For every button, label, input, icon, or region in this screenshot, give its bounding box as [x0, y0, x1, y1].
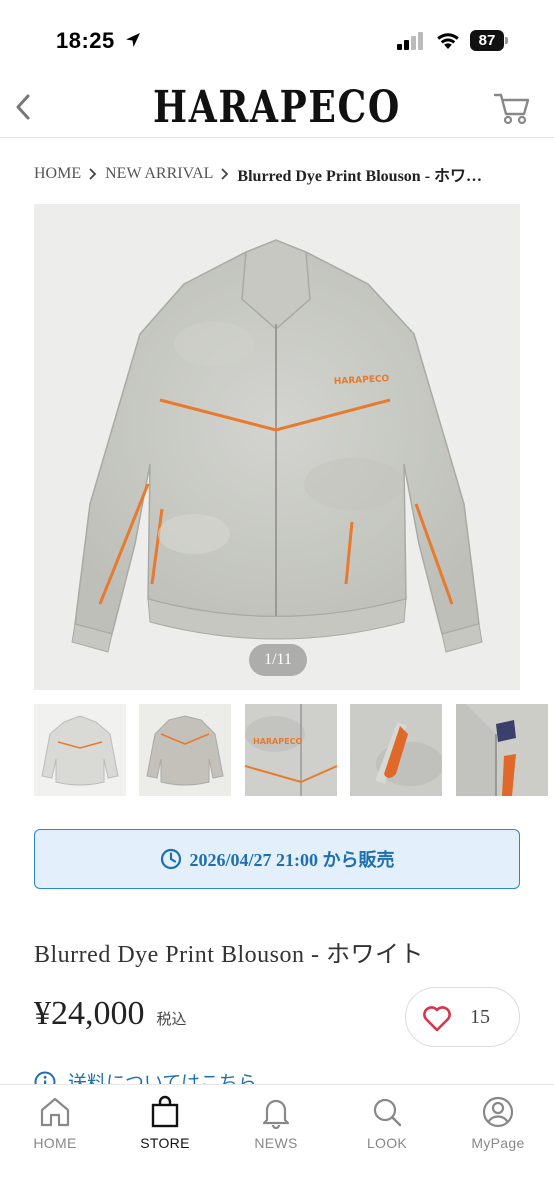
product-main-image[interactable]: HARAPECO 1/11: [34, 204, 520, 690]
battery-icon: 87: [470, 30, 508, 51]
thumbnail-4[interactable]: [350, 704, 442, 796]
thumbnail-5[interactable]: [456, 704, 548, 796]
sale-start-notice: 2026/04/27 21:00 から販売: [34, 829, 520, 889]
tab-home-label: HOME: [33, 1135, 77, 1151]
back-arrow-icon[interactable]: [10, 90, 38, 124]
chevron-right-icon: [89, 168, 97, 180]
tax-label: 税込: [156, 1012, 187, 1028]
thumbnail-2[interactable]: [139, 704, 231, 796]
favorite-count: 15: [470, 1006, 490, 1028]
app-header: HARAPECO: [0, 80, 554, 138]
breadcrumb-new-arrival[interactable]: NEW ARRIVAL: [105, 165, 213, 183]
jacket-illustration: HARAPECO: [34, 204, 520, 690]
breadcrumb-current: Blurred Dye Print Blouson - ホワ…: [237, 168, 483, 185]
clock-icon: [160, 848, 181, 870]
tab-home[interactable]: HOME: [0, 1085, 110, 1165]
tab-mypage[interactable]: MyPage: [443, 1085, 553, 1165]
svg-text:HARAPECO: HARAPECO: [253, 737, 302, 746]
product-price: ¥24,000: [34, 995, 145, 1032]
bell-icon: [262, 1099, 290, 1129]
tab-mypage-label: MyPage: [471, 1135, 525, 1151]
tab-news[interactable]: NEWS: [221, 1085, 331, 1165]
thumbnail-strip: HARAPECO: [34, 704, 554, 796]
signal-icon: [397, 32, 423, 50]
chevron-right-icon: [221, 168, 229, 180]
status-bar: 18:25 87: [0, 0, 554, 80]
sale-start-text: 2026/04/27 21:00 から販売: [189, 850, 395, 870]
bottom-tab-bar: HOME STORE NEWS LOOK MyPage: [0, 1084, 554, 1200]
brand-logo[interactable]: HARAPECO: [50, 82, 504, 133]
status-time: 18:25: [56, 28, 115, 53]
tab-look-label: LOOK: [366, 1135, 408, 1151]
tab-look[interactable]: LOOK: [332, 1085, 442, 1165]
shopping-bag-icon: [151, 1095, 179, 1128]
battery-level: 87: [470, 30, 504, 51]
tab-news-label: NEWS: [254, 1135, 298, 1151]
image-counter: 1/11: [249, 644, 307, 676]
product-name: Blurred Dye Print Blouson - ホワイト: [34, 942, 424, 968]
tab-store-label: STORE: [140, 1135, 190, 1151]
heart-icon: [423, 1006, 451, 1032]
location-arrow-icon: [126, 33, 140, 47]
thumbnail-1[interactable]: [34, 704, 126, 796]
search-icon: [373, 1098, 402, 1127]
thumbnail-3[interactable]: HARAPECO: [245, 704, 337, 796]
tab-store[interactable]: STORE: [110, 1085, 220, 1165]
cart-icon[interactable]: [493, 90, 531, 126]
breadcrumb: HOME NEW ARRIVAL Blurred Dye Print Blous…: [34, 162, 524, 186]
user-icon: [482, 1096, 514, 1128]
wifi-icon: [437, 33, 459, 49]
favorite-button[interactable]: 15: [405, 987, 520, 1047]
home-icon: [40, 1097, 70, 1127]
price-row: ¥24,000 税込: [34, 995, 187, 1033]
breadcrumb-home[interactable]: HOME: [34, 165, 81, 183]
